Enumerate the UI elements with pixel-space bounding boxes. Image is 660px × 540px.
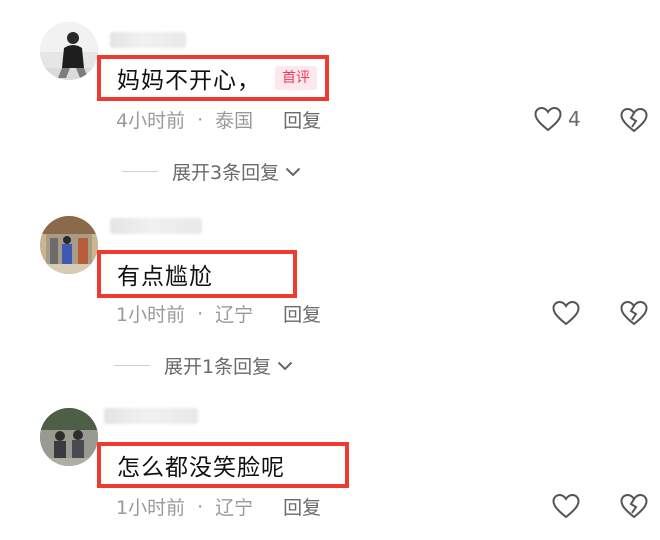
comment-meta: 4小时前 · 泰国 回复 <box>116 106 321 133</box>
avatar[interactable] <box>40 408 98 466</box>
comment-text-highlight: 妈妈不开心， 首评 <box>97 55 329 101</box>
reply-button[interactable]: 回复 <box>283 106 321 133</box>
broken-heart-icon[interactable] <box>620 300 648 326</box>
chevron-down-icon <box>285 167 301 176</box>
like-button[interactable]: 4 <box>534 106 581 132</box>
like-count: 4 <box>568 107 581 131</box>
comment-item: 妈妈不开心， 首评 4小时前 · 泰国 回复 4 展开3条回复 <box>0 0 660 200</box>
expand-replies-button[interactable]: 展开3条回复 <box>122 158 301 185</box>
comment-location: 辽宁 <box>215 304 254 326</box>
comment-text: 怎么都没笑脸呢 <box>117 455 285 481</box>
expand-replies-label: 展开3条回复 <box>172 162 280 184</box>
first-comment-badge: 首评 <box>275 66 317 90</box>
heart-outline-icon <box>552 300 580 326</box>
avatar[interactable] <box>40 22 98 80</box>
broken-heart-icon[interactable] <box>620 493 648 519</box>
comment-meta: 1小时前 · 辽宁 回复 <box>116 300 321 327</box>
divider-line <box>114 365 150 366</box>
comment-text: 有点尴尬 <box>117 264 213 290</box>
expand-replies-button[interactable]: 展开1条回复 <box>114 352 293 379</box>
meta-separator: · <box>197 302 204 325</box>
heart-outline-icon <box>552 493 580 519</box>
broken-heart-icon[interactable] <box>620 107 648 133</box>
comment-item: 有点尴尬 1小时前 · 辽宁 回复 展开1条回复 <box>0 200 660 390</box>
like-button[interactable] <box>552 300 580 326</box>
comment-text: 妈妈不开心， <box>117 68 261 94</box>
username-redacted <box>110 32 186 48</box>
expand-replies-label: 展开1条回复 <box>164 356 272 378</box>
heart-outline-icon <box>534 106 562 132</box>
username-redacted <box>104 408 198 424</box>
comment-time: 1小时前 <box>116 497 186 519</box>
username-redacted <box>110 218 202 234</box>
avatar[interactable] <box>40 216 98 274</box>
comment-location: 辽宁 <box>215 497 254 519</box>
comment-meta: 1小时前 · 辽宁 回复 <box>116 493 321 520</box>
comment-time: 1小时前 <box>116 304 186 326</box>
comment-text-highlight: 有点尴尬 <box>97 250 297 298</box>
comment-time: 4小时前 <box>116 110 186 132</box>
chevron-down-icon <box>277 361 293 370</box>
comment-text-highlight: 怎么都没笑脸呢 <box>97 442 349 488</box>
divider-line <box>122 171 158 172</box>
comment-location: 泰国 <box>215 110 254 132</box>
reply-button[interactable]: 回复 <box>283 493 321 520</box>
meta-separator: · <box>197 495 204 518</box>
comment-item: 怎么都没笑脸呢 1小时前 · 辽宁 回复 <box>0 390 660 540</box>
reply-button[interactable]: 回复 <box>283 300 321 327</box>
meta-separator: · <box>197 108 204 131</box>
like-button[interactable] <box>552 493 580 519</box>
